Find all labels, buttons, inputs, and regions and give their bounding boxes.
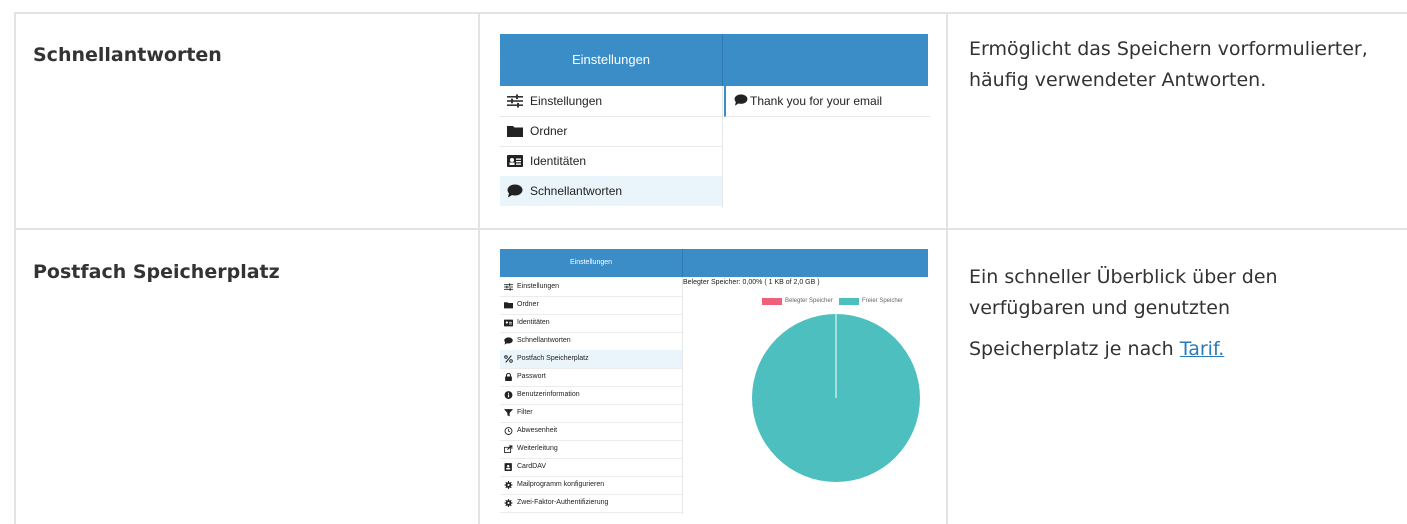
menu-item-folder[interactable]: Ordner [500, 296, 682, 315]
settings-header-title: Einstellungen [569, 259, 613, 266]
menu-item-label: Passwort [517, 373, 546, 380]
comment-icon [507, 184, 523, 198]
storage-screenshot: Einstellungen Einstellungen Ordner Identit… [500, 249, 928, 514]
menu-item-label: Abwesenheit [517, 427, 558, 434]
description-text: Speicherplatz je nach [969, 338, 1180, 360]
menu-item-quick-replies[interactable]: Schnellantworten [500, 176, 722, 206]
comment-icon [734, 94, 748, 106]
menu-item-label: Weiterleitung [517, 445, 558, 452]
menu-item-label: Einstellungen [530, 94, 603, 108]
legend-label-free: Freier Speicher [862, 298, 904, 304]
folder-icon [507, 126, 523, 137]
menu-item-label: Ordner [530, 124, 568, 138]
quick-replies-screenshot: Einstellungen Einstellungen Ordner Ident… [500, 34, 930, 208]
menu-item-label: CardDAV [517, 463, 547, 470]
menu-item-label: Postfach Speicherplatz [517, 355, 589, 362]
share-icon [504, 445, 513, 453]
header-separator [722, 34, 723, 86]
folder-icon [504, 302, 513, 309]
quick-reply-item[interactable]: Thank you for your email [724, 86, 930, 117]
column-divider-1 [478, 12, 480, 524]
menu-item-settings[interactable]: Einstellungen [500, 86, 722, 117]
tarif-link[interactable]: Tarif. [1180, 338, 1225, 360]
filter-icon [504, 409, 513, 417]
panel-border [722, 86, 723, 208]
menu-item-comment[interactable]: Schnellantworten [500, 332, 682, 351]
menu-item-label: Ordner [517, 301, 539, 308]
menu-item-label: Benutzerinformation [517, 391, 580, 398]
comment-icon [504, 337, 513, 345]
lock-icon [505, 373, 512, 381]
menu-item-id-card[interactable]: Identitäten [500, 314, 682, 333]
description-line: verfügbaren und genutzten [969, 297, 1231, 319]
menu-item-sliders[interactable]: Einstellungen [500, 278, 682, 297]
id-card-icon [504, 319, 513, 327]
menu-item-label: Zwei-Faktor-Authentifizierung [517, 499, 609, 506]
id-card-icon [507, 155, 523, 167]
contact-card-icon [504, 463, 512, 471]
menu-item-identities[interactable]: Identitäten [500, 146, 722, 177]
panel-border [682, 277, 683, 514]
legend-swatch-used [762, 298, 782, 305]
settings-header-title: Einstellungen [571, 52, 651, 67]
settings-header: Einstellungen [500, 34, 928, 86]
menu-item-percent[interactable]: Postfach Speicherplatz [500, 350, 682, 369]
menu-item-label: Mailprogramm konfigurieren [517, 481, 605, 488]
description-line: Ein schneller Überblick über den [969, 266, 1278, 288]
table-border-top [14, 12, 1407, 14]
menu-item-folders[interactable]: Ordner [500, 116, 722, 147]
settings-header: Einstellungen [500, 249, 928, 277]
feature-name-storage: Postfach Speicherplatz [33, 261, 280, 283]
header-separator [682, 249, 683, 277]
feature-name-quick-replies: Schnellantworten [33, 44, 222, 66]
feature-description-storage: Ein schneller Überblick über den verfügb… [969, 262, 1389, 365]
column-divider-2 [946, 12, 948, 524]
cog-icon [504, 499, 513, 507]
menu-item-label: Filter [517, 409, 533, 416]
menu-item-label: Einstellungen [517, 283, 560, 290]
sliders-icon [504, 283, 513, 291]
legend-label-used: Belegter Speicher [785, 298, 833, 304]
feature-table: Schnellantworten Einstellungen Einstellu… [0, 0, 1407, 524]
menu-item-cog[interactable]: Mailprogramm konfigurieren [500, 476, 682, 495]
menu-item-label: Identitäten [517, 319, 550, 326]
clock-icon [504, 427, 513, 435]
percent-icon [504, 355, 513, 363]
settings-menu: Einstellungen Ordner Identitäten Schnell… [500, 86, 722, 208]
feature-description-quick-replies: Ermöglicht das Speichern vorformulierter… [969, 38, 1368, 91]
sliders-icon [507, 94, 523, 108]
quick-reply-label: Thank you for your email [750, 94, 883, 108]
menu-item-label: Schnellantworten [517, 337, 571, 344]
menu-item-contact-card[interactable]: CardDAV [500, 458, 682, 477]
menu-item-label: Schnellantworten [530, 184, 623, 198]
menu-item-cog[interactable]: Zwei-Faktor-Authentifizierung [500, 494, 682, 513]
cog-icon [504, 481, 513, 489]
description-line: Speicherplatz je nach Tarif. [969, 334, 1389, 365]
menu-item-filter[interactable]: Filter [500, 404, 682, 423]
menu-item-label: Identitäten [530, 154, 587, 168]
menu-item-share[interactable]: Weiterleitung [500, 440, 682, 459]
storage-usage-text: Belegter Speicher: 0,00% ( 1 KB of 2,0 G… [683, 279, 820, 286]
row-divider [14, 228, 1407, 230]
table-border-left [14, 12, 16, 524]
storage-pie-chart [752, 314, 920, 482]
menu-item-info[interactable]: Benutzerinformation [500, 386, 682, 405]
legend-swatch-free [839, 298, 859, 305]
menu-item-clock[interactable]: Abwesenheit [500, 422, 682, 441]
info-icon [504, 391, 513, 399]
menu-item-lock[interactable]: Passwort [500, 368, 682, 387]
